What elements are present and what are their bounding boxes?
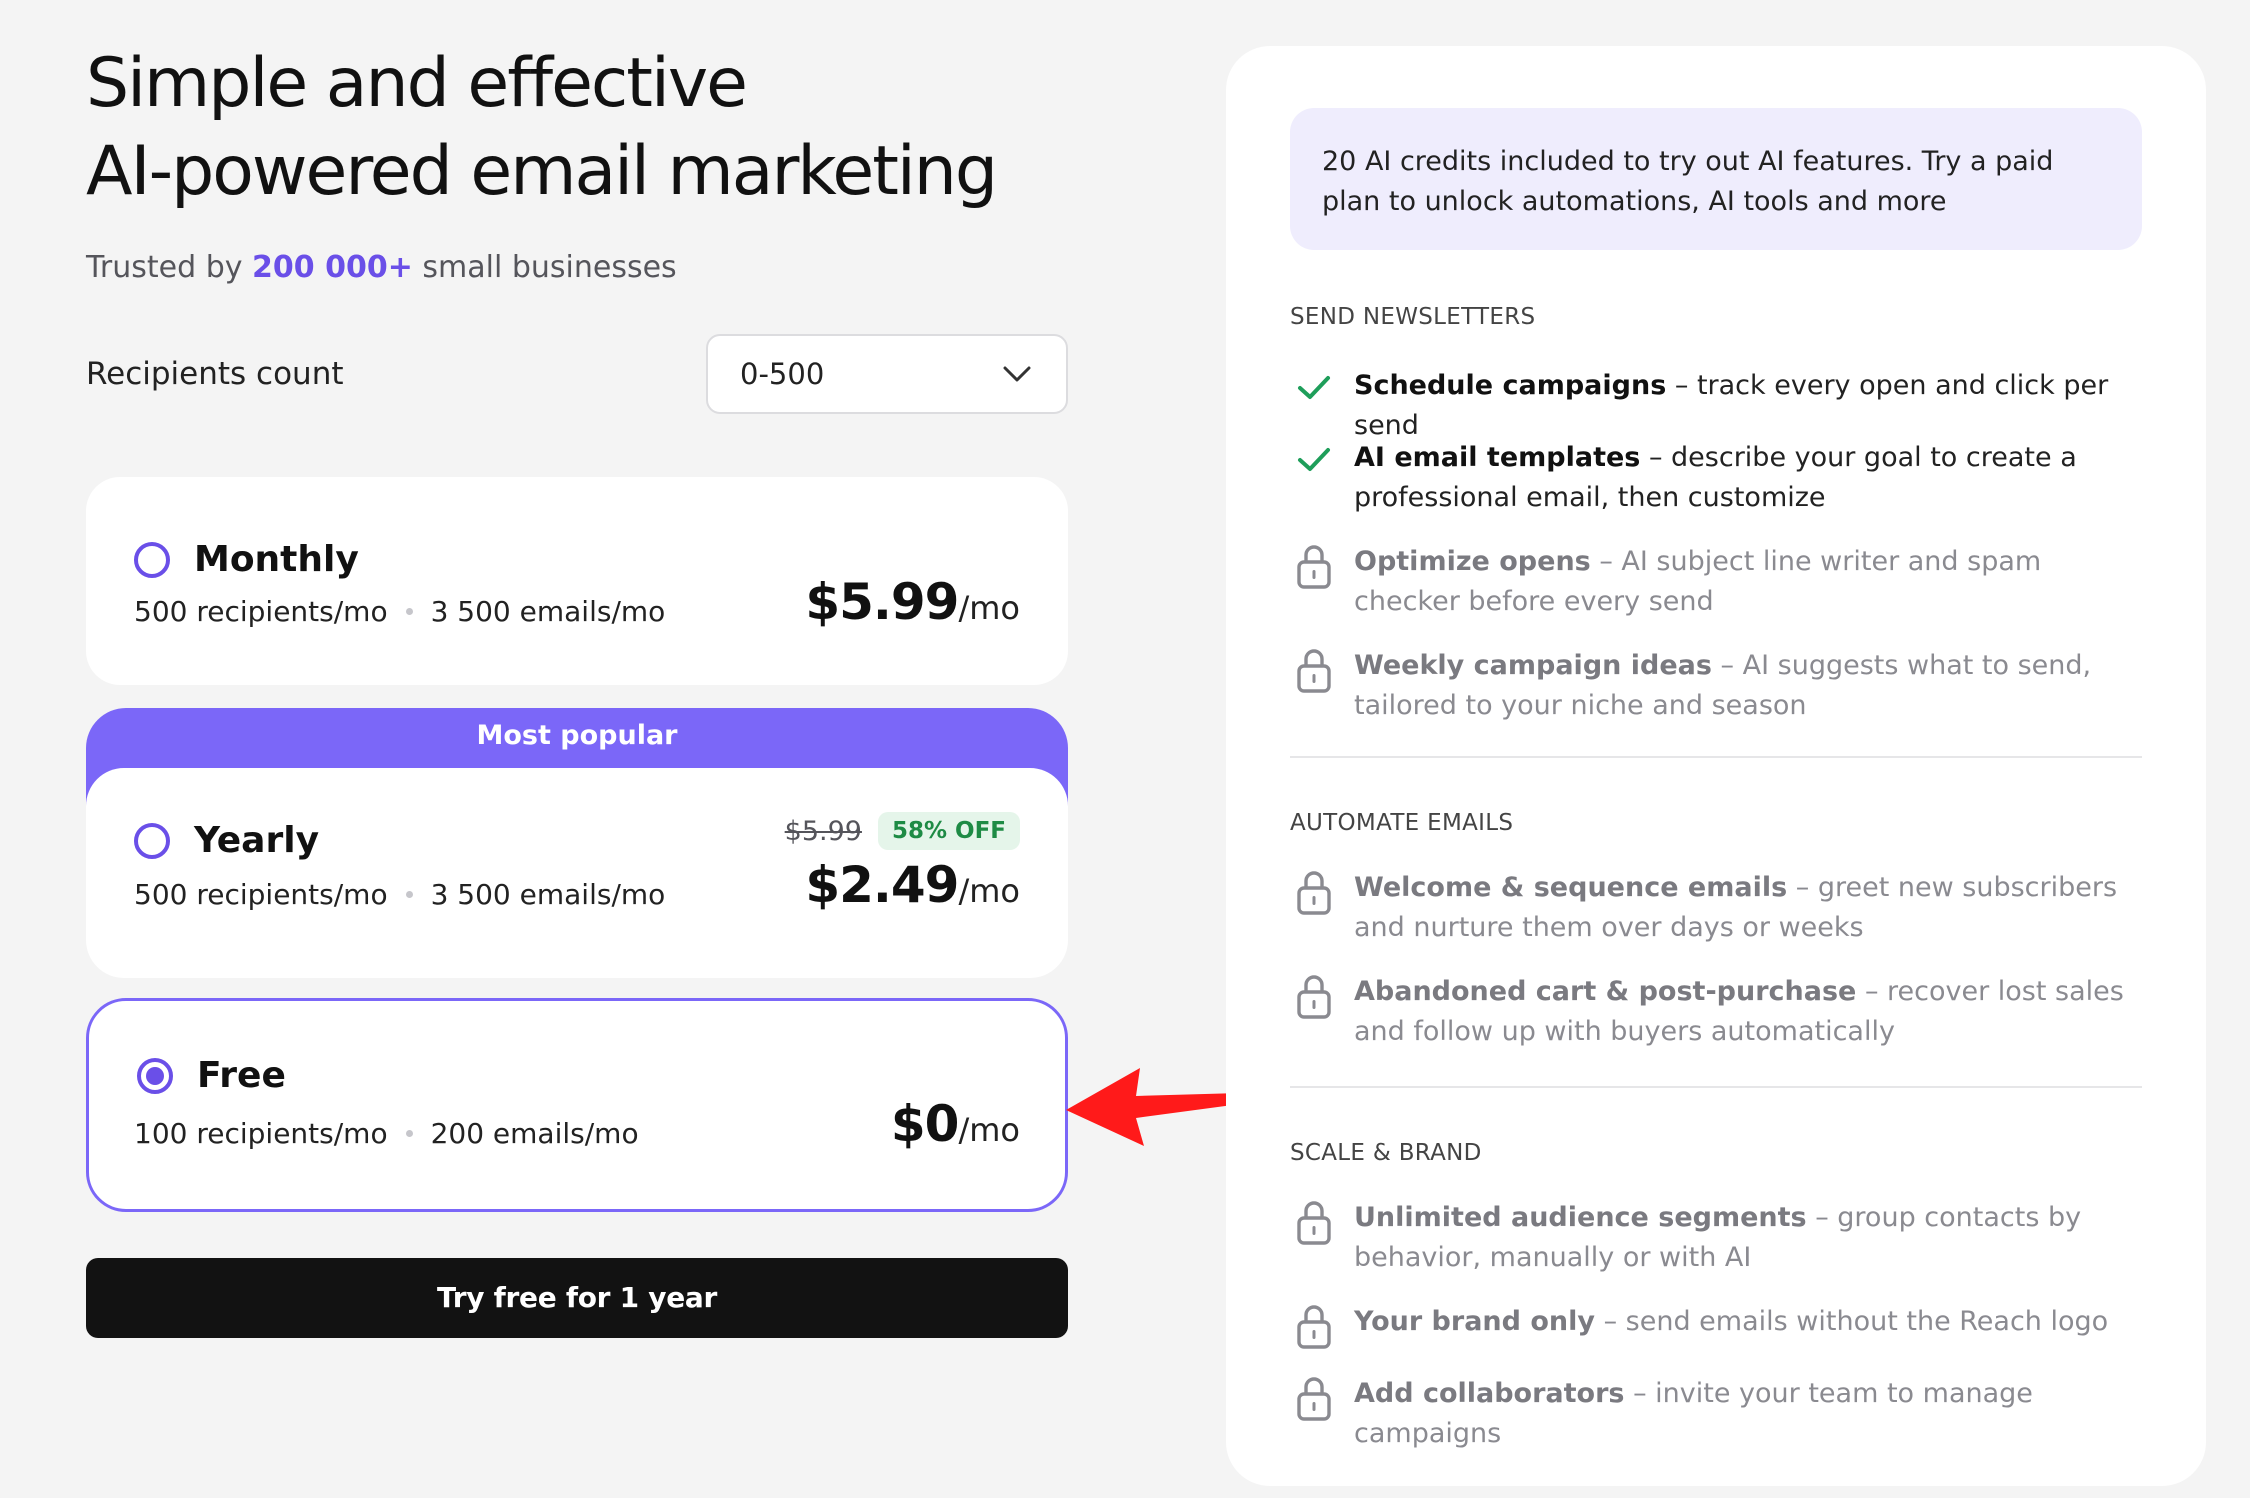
feature-text: AI email templates – describe your goal … bbox=[1354, 438, 2142, 518]
plan-name: Yearly bbox=[194, 820, 320, 861]
recipients-count-select[interactable]: 0-500 bbox=[706, 334, 1068, 414]
radio-free-selected[interactable] bbox=[137, 1057, 173, 1094]
radio-dot bbox=[146, 1066, 164, 1085]
plan-recipients: 500 recipients/mo bbox=[134, 878, 388, 911]
feature-text: Welcome & sequence emails – greet new su… bbox=[1354, 868, 2142, 948]
lock-icon bbox=[1290, 542, 1338, 622]
trusted-count: 200 000+ bbox=[252, 250, 413, 285]
feature-name: Unlimited audience segments bbox=[1354, 1202, 1807, 1233]
recipients-row: Recipients count 0-500 bbox=[86, 333, 1068, 415]
lock-icon bbox=[1290, 646, 1338, 726]
price-amount: $5.99 bbox=[805, 573, 959, 631]
title-line-1: Simple and effective bbox=[86, 44, 748, 123]
recipients-label: Recipients count bbox=[86, 356, 344, 392]
section-divider bbox=[1290, 1086, 2142, 1088]
plan-card-free[interactable]: Free 100 recipients/mo 200 emails/mo $0 … bbox=[86, 998, 1068, 1212]
meta-separator bbox=[405, 891, 413, 898]
check-icon bbox=[1290, 366, 1338, 446]
feature-item-locked: Optimize opens – AI subject line writer … bbox=[1290, 542, 2142, 622]
chevron-down-icon bbox=[1003, 366, 1031, 382]
price-amount: $2.49 bbox=[805, 856, 959, 914]
discount-badge: 58% OFF bbox=[877, 812, 1020, 850]
feature-text: Weekly campaign ideas – AI suggests what… bbox=[1354, 646, 2142, 726]
recipients-select-value: 0-500 bbox=[740, 357, 825, 391]
feature-name: Welcome & sequence emails bbox=[1354, 872, 1788, 903]
feature-item: Schedule campaigns – track every open an… bbox=[1290, 366, 2142, 446]
lock-icon bbox=[1290, 1198, 1338, 1278]
feature-name: AI email templates bbox=[1354, 442, 1641, 473]
plan-head: Yearly bbox=[134, 820, 319, 861]
plan-recipients: 500 recipients/mo bbox=[134, 595, 388, 628]
radio-monthly[interactable] bbox=[134, 541, 170, 578]
plan-card-monthly[interactable]: Monthly 500 recipients/mo 3 500 emails/m… bbox=[86, 477, 1068, 685]
plan-card-yearly[interactable]: Yearly 500 recipients/mo 3 500 emails/mo… bbox=[86, 768, 1068, 978]
plan-meta: 500 recipients/mo 3 500 emails/mo bbox=[134, 595, 665, 628]
feature-text: Add collaborators – invite your team to … bbox=[1354, 1374, 2142, 1454]
feature-item-locked: Welcome & sequence emails – greet new su… bbox=[1290, 868, 2142, 948]
features-panel: 20 AI credits included to try out AI fea… bbox=[1226, 46, 2206, 1486]
plan-price: $0 /mo bbox=[891, 1095, 1020, 1153]
old-price: $5.99 bbox=[784, 815, 862, 847]
discount-row: $5.99 58% OFF bbox=[785, 812, 1020, 850]
feature-item-locked: Weekly campaign ideas – AI suggests what… bbox=[1290, 646, 2142, 726]
feature-name: Optimize opens bbox=[1354, 546, 1591, 577]
plan-recipients: 100 recipients/mo bbox=[134, 1117, 388, 1150]
trusted-prefix: Trusted by bbox=[86, 250, 253, 285]
trusted-by-text: Trusted by 200 000+ small businesses bbox=[86, 250, 1068, 285]
feature-text: Abandoned cart & post-purchase – recover… bbox=[1354, 972, 2142, 1052]
plan-emails: 3 500 emails/mo bbox=[430, 878, 666, 911]
feature-text: Optimize opens – AI subject line writer … bbox=[1354, 542, 2142, 622]
title-line-2: AI-powered email marketing bbox=[86, 132, 998, 211]
plan-name: Monthly bbox=[194, 539, 359, 580]
plan-meta: 500 recipients/mo 3 500 emails/mo bbox=[134, 878, 665, 911]
feature-item-locked: Your brand only – send emails without th… bbox=[1290, 1302, 2142, 1350]
section-title: SEND NEWSLETTERS bbox=[1290, 304, 1536, 330]
radio-yearly[interactable] bbox=[134, 822, 170, 859]
feature-name: Abandoned cart & post-purchase bbox=[1354, 976, 1857, 1007]
feature-name: Schedule campaigns bbox=[1354, 370, 1667, 401]
price-period: /mo bbox=[958, 872, 1020, 910]
plan-head: Free bbox=[137, 1055, 286, 1096]
feature-item-locked: Add collaborators – invite your team to … bbox=[1290, 1374, 2142, 1454]
feature-name: Weekly campaign ideas bbox=[1354, 650, 1712, 681]
feature-name: Your brand only bbox=[1354, 1306, 1595, 1337]
feature-item-locked: Abandoned cart & post-purchase – recover… bbox=[1290, 972, 2142, 1052]
feature-name: Add collaborators bbox=[1354, 1378, 1625, 1409]
price-period: /mo bbox=[958, 589, 1020, 627]
section-title: AUTOMATE EMAILS bbox=[1290, 810, 1514, 836]
meta-separator bbox=[405, 608, 413, 615]
feature-text: Unlimited audience segments – group cont… bbox=[1354, 1198, 2142, 1278]
section-title: SCALE & BRAND bbox=[1290, 1140, 1482, 1166]
try-free-button[interactable]: Try free for 1 year bbox=[86, 1258, 1068, 1338]
plan-meta: 100 recipients/mo 200 emails/mo bbox=[134, 1117, 639, 1150]
plan-price: $5.99 /mo bbox=[805, 573, 1020, 631]
price-period: /mo bbox=[958, 1111, 1020, 1149]
feature-item: AI email templates – describe your goal … bbox=[1290, 438, 2142, 518]
plan-yearly-wrapper: Most popular Yearly 500 recipients/mo 3 … bbox=[86, 708, 1068, 978]
trusted-suffix: small businesses bbox=[412, 250, 677, 285]
price-amount: $0 bbox=[890, 1095, 960, 1153]
section-divider bbox=[1290, 756, 2142, 758]
lock-icon bbox=[1290, 868, 1338, 948]
plan-emails: 3 500 emails/mo bbox=[430, 595, 666, 628]
lock-icon bbox=[1290, 1374, 1338, 1454]
check-icon bbox=[1290, 438, 1338, 518]
plan-emails: 200 emails/mo bbox=[430, 1117, 639, 1150]
feature-item-locked: Unlimited audience segments – group cont… bbox=[1290, 1198, 2142, 1278]
feature-text: Your brand only – send emails without th… bbox=[1354, 1302, 2108, 1350]
lock-icon bbox=[1290, 972, 1338, 1052]
meta-separator bbox=[405, 1130, 413, 1137]
ai-credits-notice: 20 AI credits included to try out AI fea… bbox=[1290, 108, 2142, 250]
lock-icon bbox=[1290, 1302, 1338, 1350]
plan-name: Free bbox=[197, 1055, 286, 1096]
page-title: Simple and effective AI-powered email ma… bbox=[86, 40, 1068, 216]
feature-description: – send emails without the Reach logo bbox=[1595, 1306, 2109, 1337]
pricing-panel: Simple and effective AI-powered email ma… bbox=[86, 40, 1068, 1338]
plan-head: Monthly bbox=[134, 539, 359, 580]
feature-text: Schedule campaigns – track every open an… bbox=[1354, 366, 2142, 446]
plan-price: $2.49 /mo bbox=[805, 856, 1020, 914]
